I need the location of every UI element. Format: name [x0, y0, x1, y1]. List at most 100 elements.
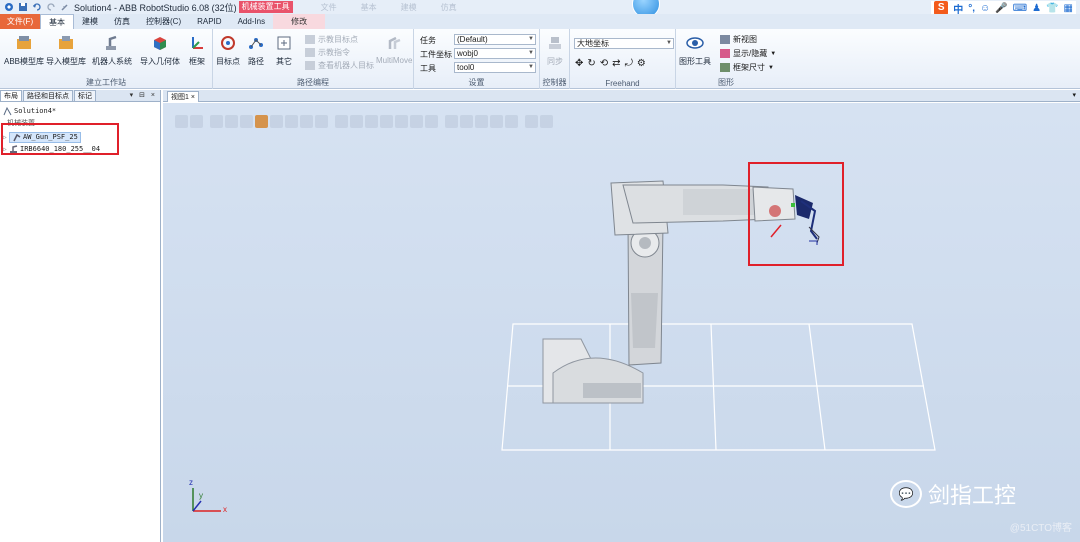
- redo-icon[interactable]: [45, 2, 56, 12]
- show-hide-button[interactable]: 显示/隐藏 ▼: [720, 48, 776, 59]
- freehand-tools: ✥ ↻ ⟲ ⇄ ⤾ ⚙: [575, 58, 646, 69]
- coordinate-select[interactable]: 大地坐标 ▼: [574, 38, 674, 49]
- rotate-icon[interactable]: ↻: [587, 58, 595, 69]
- import-geometry-button[interactable]: 导入几何体: [140, 33, 180, 67]
- tab-home[interactable]: 基本: [40, 14, 74, 29]
- multimove-button[interactable]: MultiMove: [376, 33, 412, 65]
- panel-controls[interactable]: ▾ ⊟ ×: [130, 91, 157, 99]
- abb-library-icon: [14, 33, 34, 53]
- undo-icon[interactable]: [31, 2, 42, 12]
- show-hide-label: 显示/隐藏: [733, 49, 768, 58]
- mic-icon[interactable]: 🎤: [995, 3, 1007, 14]
- target-label: 目标点: [216, 57, 240, 66]
- tool-label: 工具: [420, 64, 436, 73]
- quick-access-toolbar: [0, 2, 70, 12]
- toolbox-icon[interactable]: ▦: [1064, 3, 1073, 14]
- group-settings: 任务 (Default) ▼ 工件坐标 wobj0 ▼ 工具 tool0 ▼ 设…: [414, 29, 540, 89]
- move-icon[interactable]: ✥: [575, 58, 583, 69]
- chevron-down-icon: ▼: [528, 36, 534, 42]
- tab-simulation[interactable]: 仿真: [106, 14, 138, 29]
- jog-linear-icon[interactable]: ⇄: [612, 58, 620, 69]
- tab-modeling[interactable]: 建模: [74, 14, 106, 29]
- tab-file[interactable]: 文件(F): [0, 14, 40, 29]
- path-button[interactable]: 路径: [246, 33, 266, 67]
- task-label: 任务: [420, 36, 436, 45]
- teach-instruction-label: 示教指令: [318, 48, 350, 57]
- multimove-label: MultiMove: [376, 56, 413, 65]
- teach-target-icon: [305, 35, 315, 44]
- faded-tab: 建模: [400, 2, 417, 12]
- multi-robot-jog-icon[interactable]: ⚙: [637, 58, 646, 69]
- jog-reorient-icon[interactable]: ⤾: [625, 58, 633, 69]
- title-bar: Solution4 - ABB RobotStudio 6.08 (32位) 机…: [0, 0, 1080, 18]
- task-select[interactable]: (Default) ▼: [454, 34, 536, 45]
- ribbon-tabs: 文件(F) 基本 建模 仿真 控制器(C) RAPID Add-Ins 修改: [0, 14, 1080, 29]
- sogou-logo-icon[interactable]: S: [934, 1, 949, 15]
- highlight-box: [1, 123, 119, 155]
- jog-joint-icon[interactable]: ⟲: [600, 58, 608, 69]
- path-icon: [246, 33, 266, 53]
- new-view-label: 新视图: [733, 35, 757, 44]
- 3d-viewport[interactable]: z y x 💬 剑指工控 @51CTO博客: [163, 103, 1080, 542]
- view-robot-target-icon: [305, 61, 315, 70]
- highlight-box-tool: [748, 162, 844, 266]
- customize-icon[interactable]: [59, 2, 70, 12]
- viewport-controls[interactable]: ▾: [1072, 91, 1076, 99]
- tab-paths-targets[interactable]: 路径和目标点: [23, 90, 73, 101]
- tool-select[interactable]: tool0 ▼: [454, 62, 536, 73]
- keyboard-icon[interactable]: ⌨: [1013, 3, 1027, 14]
- emoji-icon[interactable]: ☺: [980, 3, 990, 14]
- tab-view1[interactable]: 视图1 ×: [167, 91, 199, 102]
- eye-icon: [685, 33, 705, 53]
- group-label-path: 路径编程: [297, 78, 329, 87]
- teach-instruction-button[interactable]: 示教指令: [305, 47, 350, 58]
- new-view-button[interactable]: 新视图: [720, 34, 757, 45]
- other-button[interactable]: 其它: [274, 33, 294, 67]
- tab-modify[interactable]: 修改: [273, 14, 326, 29]
- punctuation-icon[interactable]: °,: [968, 3, 975, 14]
- user-icon[interactable]: ♟: [1032, 3, 1041, 14]
- import-geometry-label: 导入几何体: [140, 57, 180, 66]
- watermark: 💬 剑指工控: [890, 478, 1016, 510]
- frame-icon: [187, 33, 207, 53]
- frame-button[interactable]: 框架: [187, 33, 207, 67]
- tab-rapid[interactable]: RAPID: [189, 14, 229, 29]
- other-icon: [274, 33, 294, 53]
- axis-y-label: y: [199, 491, 203, 500]
- watermark-text: 剑指工控: [928, 484, 1017, 509]
- teach-target-label: 示教目标点: [318, 35, 358, 44]
- tab-addins[interactable]: Add-Ins: [230, 14, 274, 29]
- workobject-value: wobj0: [457, 49, 478, 58]
- robot-system-button[interactable]: 机器人系统: [92, 33, 132, 67]
- window-title: Solution4 - ABB RobotStudio 6.08 (32位): [74, 2, 237, 13]
- skin-icon[interactable]: 👕: [1046, 3, 1058, 14]
- multimove-icon: [384, 33, 404, 53]
- group-label-build: 建立工作站: [86, 78, 126, 87]
- tree-root[interactable]: Solution4*: [3, 105, 160, 117]
- tab-tags[interactable]: 标记: [74, 90, 96, 101]
- abb-library-button[interactable]: ABB模型库: [4, 33, 44, 67]
- tab-controller[interactable]: 控制器(C): [138, 14, 189, 29]
- chevron-down-icon: ▼: [770, 50, 777, 57]
- save-icon[interactable]: [17, 2, 28, 12]
- graphic-tools-button[interactable]: 图形工具: [679, 33, 711, 67]
- show-hide-icon: [720, 49, 730, 58]
- group-label-graphics: 图形: [718, 78, 734, 87]
- workobject-select[interactable]: wobj0 ▼: [454, 48, 536, 59]
- target-button[interactable]: 目标点: [216, 33, 240, 67]
- tab-layout[interactable]: 布局: [0, 90, 22, 101]
- frame-size-button[interactable]: 框架尺寸 ▼: [720, 62, 774, 73]
- chevron-down-icon: ▼: [528, 50, 534, 56]
- import-library-button[interactable]: 导入模型库: [46, 33, 86, 67]
- teach-instruction-icon: [305, 48, 315, 57]
- teach-target-button[interactable]: 示教目标点: [305, 34, 358, 45]
- sync-button[interactable]: 同步: [545, 33, 565, 67]
- task-value: (Default): [457, 35, 488, 44]
- import-library-icon: [56, 33, 76, 53]
- view-robot-target-button[interactable]: 查看机器人目标: [305, 60, 374, 71]
- app-icon[interactable]: [3, 2, 14, 12]
- close-icon[interactable]: ×: [191, 94, 195, 101]
- coordinate-value: 大地坐标: [577, 39, 609, 48]
- faded-tab: 基本: [360, 2, 377, 12]
- group-freehand: 大地坐标 ▼ ✥ ↻ ⟲ ⇄ ⤾ ⚙ Freehand: [570, 29, 676, 89]
